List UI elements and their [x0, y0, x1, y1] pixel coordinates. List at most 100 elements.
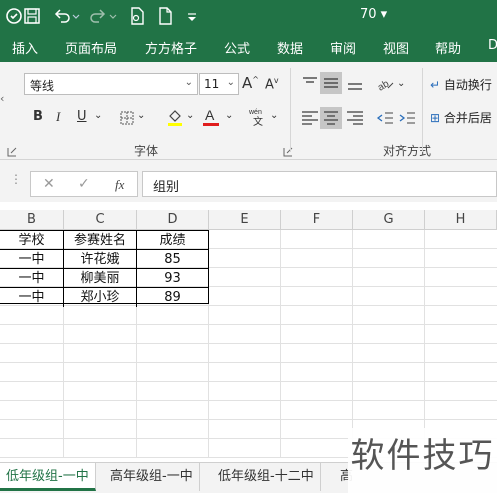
drag-handle-icon[interactable]: ⋮	[10, 172, 22, 186]
svg-text:wén: wén	[248, 109, 262, 116]
chevron-down-icon[interactable]: ⌄	[270, 110, 278, 121]
table-cell[interactable]: 柳美丽	[64, 269, 137, 288]
worksheet-grid[interactable]: B C D E F G H 学校 参赛姓名 成绩 一中 许花娥 85 一中 柳美…	[0, 202, 497, 462]
dialog-launcher-icon[interactable]	[7, 147, 17, 157]
ribbon-tabs: 插入 页面布局 方方格子 公式 数据 审阅 视图 帮助 D	[0, 32, 497, 62]
chevron-down-icon[interactable]: ⌄	[94, 110, 102, 121]
column-header-b[interactable]: B	[0, 210, 64, 230]
ribbon: ‹ 等线 ⌄ 11 ⌄ A^ Av B I U ⌄ ⌄ ⌄ A ⌄ wén 文 ⌄…	[0, 62, 497, 160]
grid-row-line	[0, 362, 497, 363]
align-right-icon[interactable]	[346, 110, 364, 126]
sheet-tab-low-grade-12[interactable]: 低年级组-十二中	[212, 463, 321, 491]
merge-center-button[interactable]: ⊞ 合并后居	[430, 109, 497, 127]
formula-value: 组别	[153, 180, 180, 195]
group-separator	[290, 68, 291, 152]
column-header-c[interactable]: C	[64, 210, 137, 230]
grid-row-line	[0, 400, 497, 401]
tab-help[interactable]: 帮助	[435, 38, 461, 57]
wrap-text-button[interactable]: ↵ 自动换行	[430, 76, 497, 94]
tab-developer[interactable]: D	[488, 38, 497, 53]
chevron-down-icon: ⌄	[184, 77, 193, 88]
increase-font-icon[interactable]: A^	[242, 74, 259, 92]
clipboard-expand-icon[interactable]: ‹	[0, 92, 4, 105]
insert-function-icon[interactable]: fx	[115, 177, 124, 193]
enter-icon[interactable]: ✓	[78, 176, 90, 192]
decrease-indent-icon[interactable]	[376, 110, 394, 126]
grid-column-line	[352, 230, 353, 458]
font-name-value: 等线	[30, 79, 55, 93]
align-bottom-icon[interactable]	[346, 76, 364, 92]
tab-review[interactable]: 审阅	[330, 38, 356, 57]
font-dialog-launcher-icon[interactable]	[283, 147, 293, 157]
font-name-select[interactable]: 等线 ⌄	[24, 73, 198, 95]
print-preview-icon[interactable]	[127, 6, 147, 26]
header-cell-name[interactable]: 参赛姓名	[64, 231, 137, 250]
cancel-icon[interactable]: ✕	[43, 176, 55, 192]
font-group-label: 字体	[134, 144, 159, 158]
border-icon[interactable]	[119, 110, 135, 126]
header-cell-school[interactable]: 学校	[0, 231, 64, 250]
phonetic-icon[interactable]: wén文	[248, 106, 268, 128]
align-middle-button[interactable]	[320, 72, 342, 94]
wrap-text-label: 自动换行	[443, 78, 492, 92]
table-cell[interactable]: 一中	[0, 288, 64, 307]
header-cell-score[interactable]: 成绩	[137, 231, 208, 250]
alignment-group-label: 对齐方式	[383, 144, 432, 158]
table-cell[interactable]: 郑小珍	[64, 288, 137, 307]
underline-button[interactable]: U	[77, 109, 87, 124]
zoom-title[interactable]: 70 ▾	[360, 7, 387, 22]
font-size-value: 11	[204, 77, 220, 91]
table-cell[interactable]: 许花娥	[64, 250, 137, 269]
chevron-down-icon[interactable]: ⌄	[137, 110, 145, 121]
grid-row-line	[0, 324, 497, 325]
formula-actions: ✕ ✓ fx	[30, 171, 138, 197]
tab-view[interactable]: 视图	[383, 38, 409, 57]
chevron-down-icon[interactable]: ⌄	[186, 110, 194, 121]
increase-indent-icon[interactable]	[398, 110, 416, 126]
column-header-h[interactable]: H	[425, 210, 497, 230]
merge-center-label: 合并后居	[443, 111, 492, 125]
tab-page-layout[interactable]: 页面布局	[65, 38, 117, 57]
align-top-icon[interactable]	[301, 76, 319, 90]
table-cell[interactable]: 一中	[0, 250, 64, 269]
font-color-icon[interactable]: A	[202, 106, 220, 128]
font-size-select[interactable]: 11 ⌄	[199, 73, 239, 95]
chevron-down-icon[interactable]: ⌄	[225, 110, 233, 121]
formula-input[interactable]: 组别	[142, 171, 497, 197]
table-cell[interactable]: 85	[137, 250, 208, 269]
decrease-font-icon[interactable]: Av	[265, 76, 279, 92]
customize-toolbar-icon[interactable]	[185, 6, 199, 26]
tab-fangfanggezi[interactable]: 方方格子	[145, 38, 197, 57]
svg-text:A: A	[205, 107, 215, 123]
redo-icon[interactable]	[88, 6, 108, 26]
sheet-tab-high-grade-1[interactable]: 高年级组-一中	[104, 463, 200, 491]
save-icon[interactable]	[22, 6, 42, 26]
orientation-icon[interactable]: ab	[376, 74, 396, 92]
align-center-button[interactable]	[320, 107, 342, 129]
align-middle-icon	[324, 78, 338, 88]
column-header-g[interactable]: G	[353, 210, 425, 230]
bold-button[interactable]: B	[33, 109, 43, 124]
wrap-text-icon: ↵	[430, 78, 441, 92]
fill-color-icon[interactable]	[166, 107, 184, 127]
column-header-d[interactable]: D	[137, 210, 209, 230]
table-cell[interactable]: 93	[137, 269, 208, 288]
tab-formulas[interactable]: 公式	[224, 38, 250, 57]
autosave-icon[interactable]	[4, 6, 24, 26]
sheet-tab-low-grade-1[interactable]: 低年级组-一中	[0, 463, 96, 491]
svg-text:文: 文	[253, 115, 263, 128]
table-cell[interactable]: 89	[137, 288, 208, 307]
new-file-icon[interactable]	[155, 6, 175, 26]
column-header-f[interactable]: F	[281, 210, 353, 230]
chevron-down-icon[interactable]: ⌄	[397, 78, 405, 89]
redo-dropdown-icon[interactable]	[107, 6, 119, 26]
undo-dropdown-icon[interactable]	[70, 6, 82, 26]
table-cell[interactable]: 一中	[0, 269, 64, 288]
column-header-e[interactable]: E	[209, 210, 281, 230]
italic-button[interactable]: I	[56, 109, 60, 125]
tab-insert[interactable]: 插入	[12, 38, 38, 57]
undo-icon[interactable]	[52, 6, 72, 26]
group-separator	[422, 68, 423, 152]
tab-data[interactable]: 数据	[277, 38, 303, 57]
align-left-icon[interactable]	[301, 110, 319, 126]
